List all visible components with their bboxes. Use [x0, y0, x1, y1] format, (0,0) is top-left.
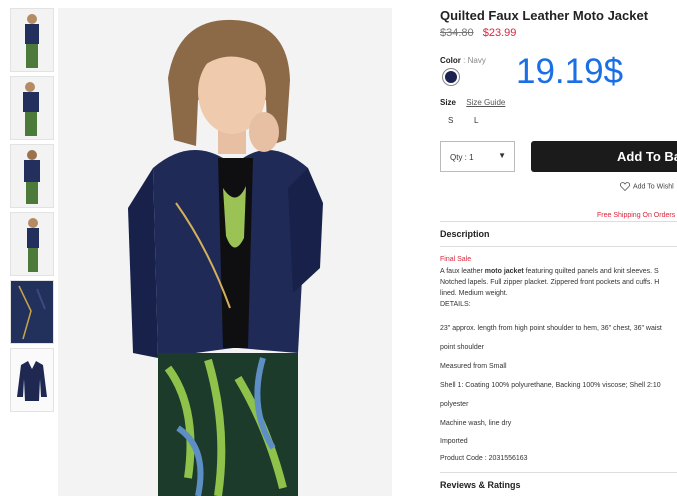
- original-price: $34.80: [440, 27, 474, 39]
- add-to-wishlist-link[interactable]: Add To Wishl: [619, 182, 674, 192]
- detail-line: point shoulder: [440, 344, 484, 351]
- size-label: Size: [440, 98, 457, 107]
- sale-price: $23.99: [482, 27, 517, 39]
- reviews-heading[interactable]: Reviews & Ratings: [440, 480, 521, 490]
- divider: [440, 246, 677, 247]
- size-option-s[interactable]: S: [448, 116, 453, 125]
- thumbnail-pose[interactable]: [10, 76, 54, 140]
- detail-line: Shell 1: Coating 100% polyurethane, Back…: [440, 382, 661, 389]
- quantity-select[interactable]: Qty : 1 ▼: [440, 141, 515, 172]
- quantity-label: Qty : 1: [450, 153, 474, 162]
- product-image: [58, 8, 392, 496]
- wishlist-label: Add To Wishl: [633, 183, 674, 191]
- thumbnail-back[interactable]: [10, 144, 54, 208]
- thumbnail-side[interactable]: [10, 212, 54, 276]
- description-line: A faux leather moto jacket featuring qui…: [440, 266, 677, 277]
- add-to-bag-button[interactable]: Add To Ba: [531, 141, 677, 172]
- chevron-down-icon: ▼: [498, 151, 506, 160]
- description-line: lined. Medium weight.: [440, 290, 508, 297]
- color-label-row: Color : Navy: [440, 56, 486, 65]
- description-heading: Description: [440, 229, 490, 239]
- swatch-fill: [445, 71, 457, 83]
- divider: [440, 472, 677, 473]
- size-option-l[interactable]: L: [474, 116, 478, 125]
- heart-icon: [619, 182, 631, 192]
- thumbnail-front[interactable]: [10, 8, 54, 72]
- price-row: $34.80 $23.99: [440, 27, 516, 39]
- free-shipping-link[interactable]: Free Shipping On Orders: [597, 212, 675, 219]
- divider: [440, 221, 677, 222]
- thumbnail-detail[interactable]: [10, 280, 54, 344]
- color-label: Color: [440, 56, 461, 65]
- size-label-row: Size Size Guide: [440, 98, 505, 107]
- product-title: Quilted Faux Leather Moto Jacket: [440, 8, 649, 23]
- description-text-part: featuring quilted panels and knit sleeve…: [523, 268, 659, 275]
- thumbnail-strip: [10, 8, 54, 416]
- detail-line: polyester: [440, 401, 469, 408]
- product-code: Product Code : 2031556163: [440, 455, 528, 462]
- description-text: A faux leather moto jacket featuring qui…: [440, 266, 677, 310]
- overlay-price-annotation: 19.19$: [516, 52, 624, 91]
- size-guide-link[interactable]: Size Guide: [466, 98, 505, 107]
- color-swatch-navy[interactable]: [442, 68, 460, 86]
- detail-line: Machine wash, line dry: [440, 420, 512, 427]
- detail-line: 23" approx. length from high point shoul…: [440, 325, 662, 332]
- detail-line: Imported: [440, 438, 468, 445]
- description-keyword: moto jacket: [484, 268, 524, 275]
- final-sale-label: Final Sale: [440, 256, 472, 263]
- color-separator: :: [463, 56, 466, 65]
- product-info-panel: Quilted Faux Leather Moto Jacket $34.80 …: [440, 0, 677, 496]
- details-label: DETAILS:: [440, 301, 471, 308]
- thumbnail-flat[interactable]: [10, 348, 54, 412]
- description-line: Notched lapels. Full zipper placket. Zip…: [440, 279, 660, 286]
- description-text-part: A faux leather: [440, 268, 485, 275]
- color-value: Navy: [467, 56, 486, 65]
- detail-line: Measured from Small: [440, 363, 507, 370]
